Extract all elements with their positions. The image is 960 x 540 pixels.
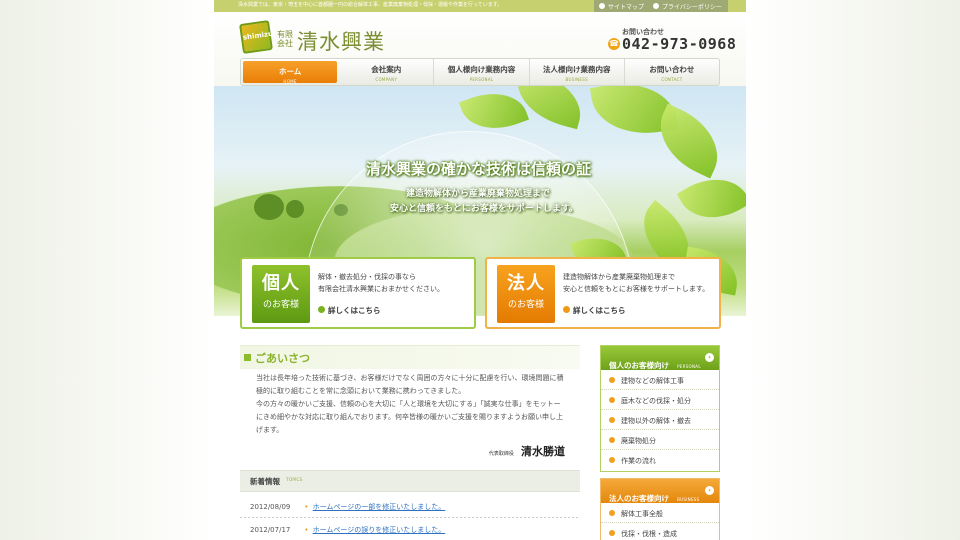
nav-business[interactable]: 法人様向け業務内容 BUSINESS [530,59,625,85]
company-name[interactable]: 清水興業 [297,26,385,56]
topic-item: 2012/07/17 • ホームページの誤りを修正いたしました。 [250,525,445,535]
sidebar-personal-title: 個人のお客様向け [609,361,669,370]
nav-home[interactable]: ホーム HOME [243,61,338,84]
greeting-title: ごあいさつ [255,352,310,365]
arrow-right-icon: › [705,353,714,362]
business-service-box[interactable]: 法人 のお客様 建造物解体から産業廃棄物処理まで 安心と信頼をもとにお客様をサポ… [485,257,721,329]
phone-icon: ☎ [608,38,620,50]
business-badge: 法人 のお客様 [497,265,555,323]
topics-subtitle: TOPICS [286,478,303,483]
personal-badge-title: 個人 [262,273,300,294]
personal-badge: 個人 のお客様 [252,265,310,323]
business-details-link[interactable]: 詳しくはこちら [563,305,626,316]
sidebar-personal-subtitle: PERSONAL [677,364,701,369]
greeting-line: 当社は長年培った技術に基づき、お客様だけでなく周囲の方々に十分に配慮を行い、環境… [256,374,564,382]
nav-company[interactable]: 会社案内 COMPANY [339,59,435,85]
business-service-text-line: 建造物解体から産業廃棄物処理まで [563,273,675,281]
topic-item: 2012/08/09 • ホームページの一部を修正いたしました。 [250,502,445,512]
nav-contact[interactable]: お問い合わせ CONTACT [625,59,719,85]
nav-sublabel: PERSONAL [469,77,494,82]
hero-title: 清水興業の確かな技術は信頼の証 [366,160,592,178]
nav-label: 会社案内 [371,65,402,74]
signature: 代表取締役 清水勝道 [480,440,565,459]
sidebar-item[interactable]: 建物以外の解体・撤去 [601,410,719,430]
topic-date: 2012/08/09 [250,503,291,511]
sidebar-personal-panel: 個人のお客様向け PERSONAL › 建物などの解体工事 庭木などの伐採・処分… [600,345,720,472]
nav-sublabel: HOME [283,79,297,84]
hero-tree [254,194,284,220]
personal-service-text-line: 解体・撤去処分・伐採の事なら [318,273,416,281]
main-navigation: ホーム HOME 会社案内 COMPANY 個人様向け業務内容 PERSONAL… [240,58,720,86]
bullet-icon: • [304,503,309,511]
greeting-header: ごあいさつ [240,345,580,369]
greeting-line: げます。 [256,426,284,434]
sidebar-item[interactable]: 作業の流れ [601,450,719,470]
nav-label: ホーム [278,67,302,76]
privacy-policy-link[interactable]: プライバシーポリシー [648,0,728,12]
topic-date: 2012/07/17 [250,526,291,534]
greeting-line: 今の方々の暖かいご支援、信頼の心を大切に「人と環境を大切にする」「誠実な仕事」を… [256,400,561,408]
topics-title: 新着情報 [250,477,280,486]
nav-personal[interactable]: 個人様向け業務内容 PERSONAL [434,59,530,85]
business-service-text-line: 安心と信頼をもとにお客様をサポートします。 [563,285,710,293]
sidebar-business-title: 法人のお客様向け [609,494,669,503]
topics-header: 新着情報 TOPICS [240,470,580,492]
sidebar-business-panel: 法人のお客様向け BUSINESS › 解体工事全般 伐採・伐根・造成 [600,478,720,540]
hero-subtitle-line2: 安心と信頼をもとにお客様をサポートします。 [390,204,578,214]
company-logo-icon[interactable]: shimizu [239,20,274,54]
company-type-label: 有限会社 [277,30,293,48]
greeting-line: 極的に取り組むことを常に念頭において業務に携わってきました。 [256,387,466,395]
personal-badge-subtitle: のお客様 [262,300,299,310]
phone-number[interactable]: 042-973-0968 [622,35,736,53]
sidebar-personal-header[interactable]: 個人のお客様向け PERSONAL › [601,346,719,370]
business-service-text: 建造物解体から産業廃棄物処理まで 安心と信頼をもとにお客様をサポートします。 [563,271,723,295]
business-badge-title: 法人 [507,273,545,294]
topic-link[interactable]: ホームページの一部を修正いたしました。 [313,503,446,511]
arrow-right-icon: › [705,486,714,495]
bullet-icon: • [304,526,309,534]
nav-label: 個人様向け業務内容 [447,65,516,74]
signature-name: 清水勝道 [521,445,565,458]
greeting-body: 当社は長年培った技術に基づき、お客様だけでなく周囲の方々に十分に配慮を行い、環境… [256,372,568,437]
square-bullet-icon [244,354,251,361]
hero-tree [286,200,304,218]
sidebar-item[interactable]: 廃棄物処分 [601,430,719,450]
topic-link[interactable]: ホームページの誤りを修正いたしました。 [313,526,446,534]
sidebar-business-header[interactable]: 法人のお客様向け BUSINESS › [601,479,719,503]
sidebar-item[interactable]: 庭木などの伐採・処分 [601,390,719,410]
nav-sublabel: COMPANY [375,77,398,82]
business-badge-subtitle: のお客様 [507,300,544,310]
personal-details-link[interactable]: 詳しくはこちら [318,305,381,316]
nav-label: 法人様向け業務内容 [542,65,611,74]
personal-service-box[interactable]: 個人 のお客様 解体・撤去処分・伐採の事なら 有限会社清水興業におまかせください… [240,257,476,329]
sitemap-link[interactable]: サイトマップ [594,0,651,12]
site-tagline: 清水興業では、東京・埼玉を中心に首都圏一円の総合解体工事、産業廃棄物処理・伐採・… [238,2,503,8]
nav-label: お問い合わせ [649,65,695,74]
hero-subtitle-line1: 建造物解体から産業廃棄物処理まで [406,189,551,199]
sidebar-item[interactable]: 建物などの解体工事 [601,370,719,390]
topic-divider [240,517,580,518]
nav-sublabel: CONTACT [661,77,683,82]
sidebar-item[interactable]: 伐採・伐根・造成 [601,523,719,540]
greeting-line: にきめ細やかな対応に取り組んでおります。何卒皆様の暖かいご支援を賜りますようお願… [256,413,563,421]
sidebar-business-subtitle: BUSINESS [677,497,700,502]
personal-service-text: 解体・撤去処分・伐採の事なら 有限会社清水興業におまかせください。 [318,271,478,295]
personal-service-text-line: 有限会社清水興業におまかせください。 [318,285,444,293]
nav-sublabel: BUSINESS [565,77,588,82]
signature-role: 代表取締役 [488,451,514,457]
sidebar-item[interactable]: 解体工事全般 [601,503,719,523]
